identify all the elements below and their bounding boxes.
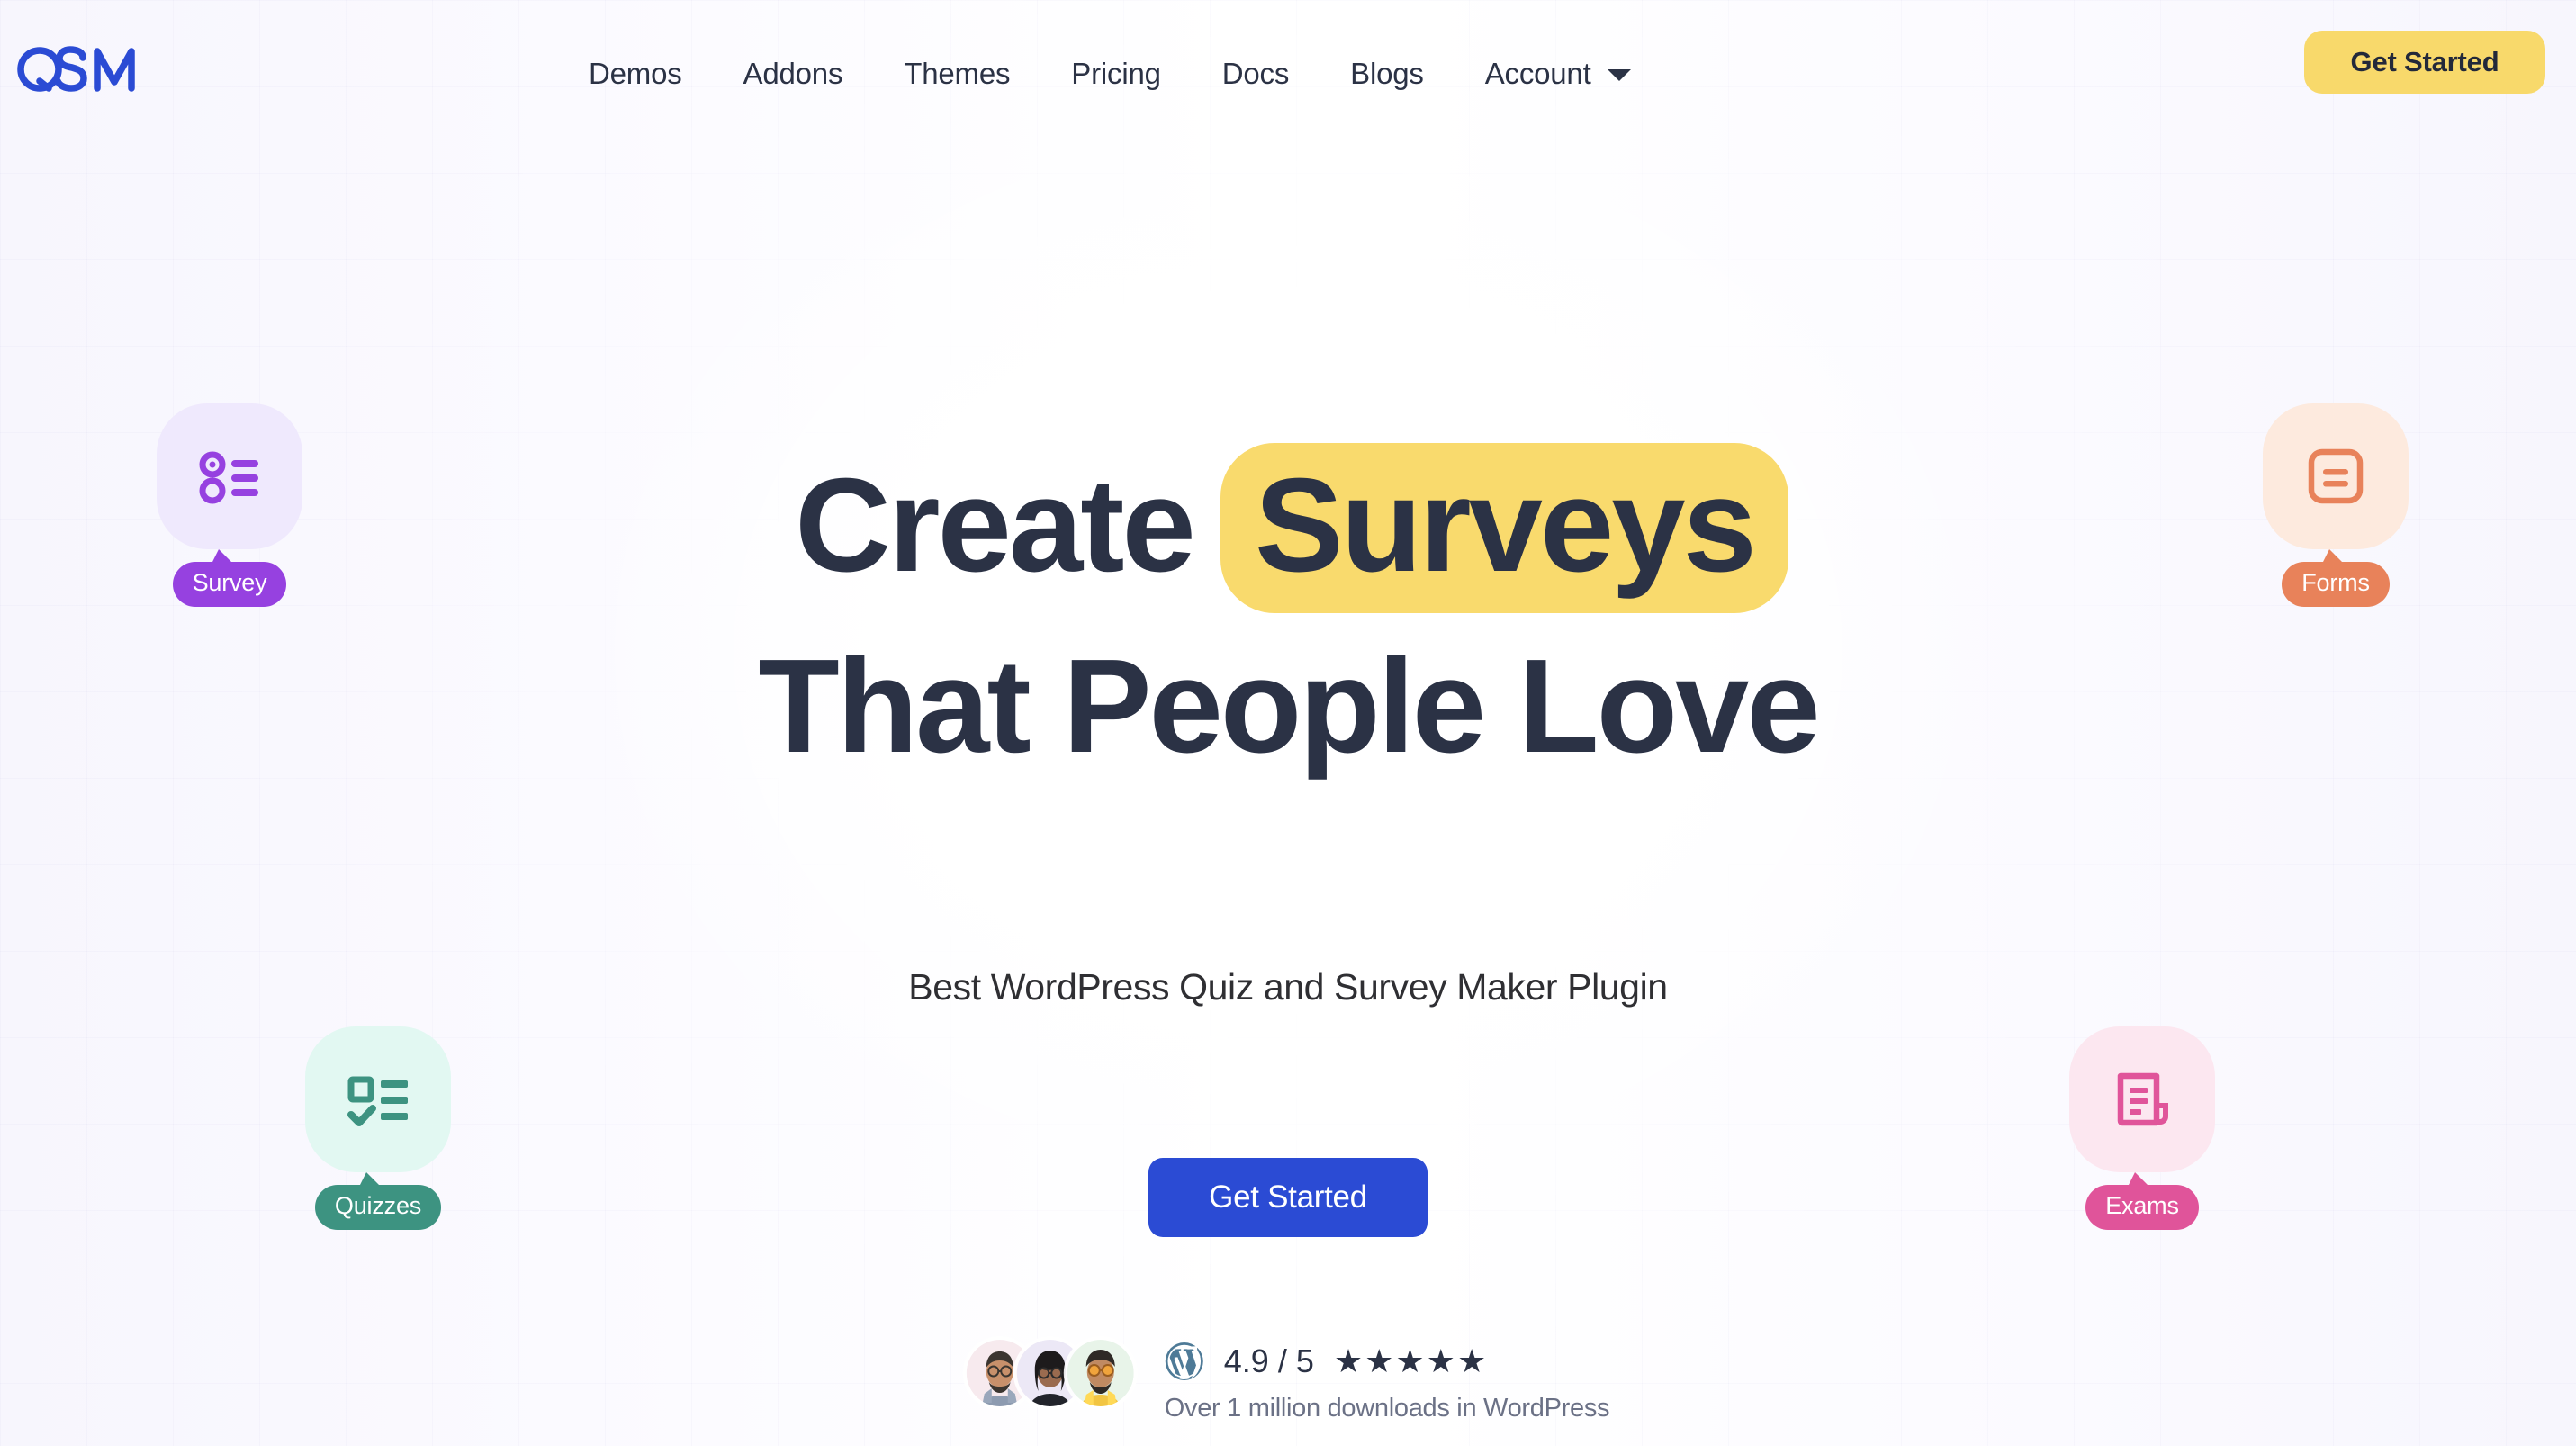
nav-item-addons[interactable]: Addons bbox=[713, 59, 874, 88]
quizzes-badge-text: Quizzes bbox=[334, 1192, 422, 1219]
star-rating: ★★★★★ bbox=[1333, 1342, 1489, 1379]
feature-badge-survey[interactable]: Survey bbox=[140, 403, 320, 607]
quizzes-icon-container bbox=[305, 1026, 451, 1172]
chevron-down-icon bbox=[1607, 69, 1631, 81]
quizzes-pill-wrap: Quizzes bbox=[288, 1172, 468, 1230]
avatar-user-3 bbox=[1067, 1340, 1134, 1406]
hero-subtitle: Best WordPress Quiz and Survey Maker Plu… bbox=[908, 966, 1668, 1008]
survey-badge-label: Survey bbox=[172, 549, 287, 607]
forms-badge-label: Forms bbox=[2282, 549, 2390, 607]
header-get-started-button[interactable]: Get Started bbox=[2304, 31, 2545, 94]
nav-item-account[interactable]: Account bbox=[1455, 59, 1662, 88]
nav-item-docs[interactable]: Docs bbox=[1192, 59, 1320, 88]
feature-badge-quizzes[interactable]: Quizzes bbox=[288, 1026, 468, 1230]
page-title: Create Surveys That People Love bbox=[0, 443, 2576, 773]
nav-item-demos[interactable]: Demos bbox=[558, 59, 713, 88]
rating-block: 4.9 / 5 ★★★★★ Over 1 million downloads i… bbox=[1164, 1340, 1610, 1423]
exams-pill-wrap: Exams bbox=[2052, 1172, 2232, 1230]
nav-item-themes[interactable]: Themes bbox=[873, 59, 1040, 88]
exams-badge-text: Exams bbox=[2105, 1192, 2179, 1219]
headline-line-2: That People Love bbox=[758, 632, 1820, 782]
rating-score: 4.9 / 5 bbox=[1223, 1342, 1314, 1379]
social-proof: 4.9 / 5 ★★★★★ Over 1 million downloads i… bbox=[966, 1340, 1610, 1423]
avatar-stack bbox=[966, 1340, 1134, 1406]
headline-highlight: Surveys bbox=[1220, 443, 1788, 614]
avatar-icon-3 bbox=[1067, 1340, 1134, 1406]
pill-notch-icon bbox=[210, 549, 235, 565]
pill-notch-icon bbox=[357, 1172, 383, 1188]
qsm-logo-icon bbox=[17, 46, 135, 92]
quizzes-badge-label: Quizzes bbox=[314, 1172, 442, 1230]
nav-item-blogs[interactable]: Blogs bbox=[1320, 59, 1455, 88]
feature-badge-exams[interactable]: Exams bbox=[2052, 1026, 2232, 1230]
rating-row: 4.9 / 5 ★★★★★ bbox=[1165, 1342, 1609, 1381]
survey-icon-container bbox=[157, 403, 302, 549]
feature-badge-forms[interactable]: Forms bbox=[2246, 403, 2426, 607]
headline-prefix: Create bbox=[795, 451, 1196, 600]
hero-get-started-button[interactable]: Get Started bbox=[1148, 1158, 1428, 1237]
exam-paper-icon bbox=[2117, 1072, 2168, 1126]
pill-notch-icon bbox=[2127, 1172, 2152, 1188]
hero-section: Create Surveys That People Love Best Wor… bbox=[0, 0, 2576, 1446]
exams-badge-label: Exams bbox=[2085, 1172, 2199, 1230]
site-header: Demos Addons Themes Pricing Docs Blogs A… bbox=[0, 0, 2576, 146]
qsm-logo[interactable] bbox=[16, 41, 151, 97]
forms-pill-wrap: Forms bbox=[2246, 549, 2426, 607]
downloads-note: Over 1 million downloads in WordPress bbox=[1164, 1394, 1610, 1423]
forms-badge-text: Forms bbox=[2301, 569, 2370, 596]
form-document-icon bbox=[2308, 448, 2364, 504]
survey-badge-text: Survey bbox=[192, 569, 267, 596]
pill-notch-icon bbox=[2321, 549, 2346, 565]
wordpress-icon bbox=[1165, 1342, 1203, 1380]
checklist-icon bbox=[347, 1076, 408, 1126]
nav-item-pricing[interactable]: Pricing bbox=[1040, 59, 1191, 88]
nav-account-label: Account bbox=[1484, 56, 1591, 90]
primary-navigation: Demos Addons Themes Pricing Docs Blogs A… bbox=[558, 0, 1662, 146]
forms-icon-container bbox=[2263, 403, 2409, 549]
radio-list-icon bbox=[199, 451, 258, 504]
survey-pill-wrap: Survey bbox=[140, 549, 320, 607]
exams-icon-container bbox=[2069, 1026, 2215, 1172]
